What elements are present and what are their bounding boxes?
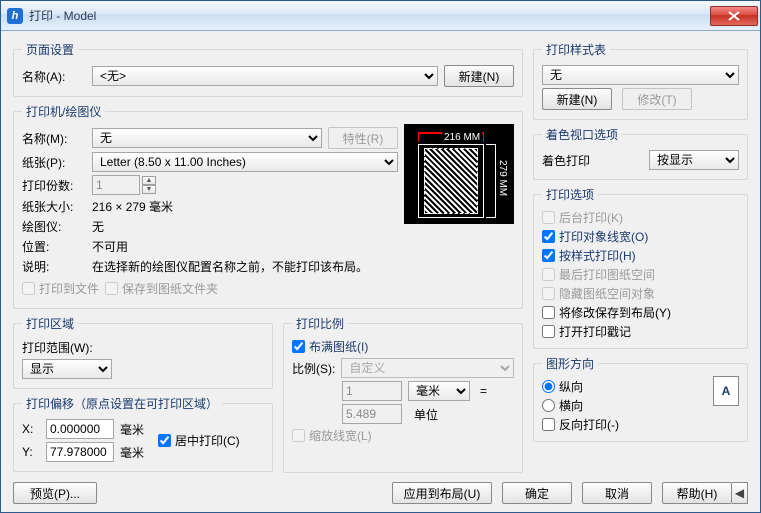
plotter-label: 绘图仪: <box>22 218 86 235</box>
style-table-group: 打印样式表 无 新建(N) 修改(T) <box>533 41 748 120</box>
opt-savelayout-checkbox[interactable] <box>542 306 555 319</box>
fit-to-paper-label: 布满图纸(I) <box>309 338 368 355</box>
copies-stepper[interactable]: ▲▼ <box>92 175 156 195</box>
shaded-viewport-group: 着色视口选项 着色打印 按显示 <box>533 126 748 180</box>
plot-options-group: 打印选项 后台打印(K) 打印对象线宽(O) 按样式打印(H) 最后打印图纸空间… <box>533 186 748 349</box>
location-value: 不可用 <box>92 238 128 255</box>
help-button[interactable]: 帮助(H) <box>662 482 732 504</box>
center-plot-label: 居中打印(C) <box>175 432 240 449</box>
window-close-button[interactable] <box>710 6 758 26</box>
printer-name-label: 名称(M): <box>22 130 86 147</box>
equals-label: = <box>476 384 491 398</box>
page-name-select[interactable]: <无> <box>92 66 438 86</box>
style-table-select[interactable]: 无 <box>542 65 739 85</box>
orient-upside-checkbox[interactable] <box>542 418 555 431</box>
orientation-icon: A <box>713 376 739 406</box>
print-dialog: h 打印 - Model 页面设置 名称(A): <无> 新建(N) 打印 <box>0 0 761 513</box>
titlebar[interactable]: h 打印 - Model <box>1 1 760 31</box>
fit-to-paper-checkbox[interactable] <box>292 340 305 353</box>
opt-pslast-checkbox <box>542 268 555 281</box>
print-to-file-checkbox <box>22 282 35 295</box>
orient-portrait-radio[interactable] <box>542 380 555 393</box>
scale-lw-label: 缩放线宽(L) <box>309 427 372 444</box>
style-new-button[interactable]: 新建(N) <box>542 88 612 110</box>
spin-up-icon[interactable]: ▲ <box>142 176 156 185</box>
chevron-left-icon: ◀ <box>735 486 744 500</box>
copies-input[interactable] <box>92 175 140 195</box>
scale-unit-select[interactable]: 毫米 <box>408 381 470 401</box>
apply-layout-button[interactable]: 应用到布局(U) <box>392 482 492 504</box>
desc-label: 说明: <box>22 258 86 275</box>
center-plot-checkbox[interactable] <box>158 434 171 447</box>
plot-area-legend: 打印区域 <box>22 315 78 332</box>
page-new-button[interactable]: 新建(N) <box>444 65 514 87</box>
opt-hideps-checkbox <box>542 287 555 300</box>
plotter-value: 无 <box>92 218 104 235</box>
page-name-label: 名称(A): <box>22 68 86 85</box>
plot-scale-group: 打印比例 布满图纸(I) 比例(S): 自定义 毫米 = <box>283 315 523 473</box>
shaded-legend: 着色视口选项 <box>542 126 622 143</box>
offset-y-unit: 毫米 <box>120 444 144 461</box>
cancel-button[interactable]: 取消 <box>582 482 652 504</box>
printer-name-select[interactable]: 无 <box>92 128 322 148</box>
plot-area-group: 打印区域 打印范围(W): 显示 <box>13 315 273 389</box>
paper-select[interactable]: Letter (8.50 x 11.00 Inches) <box>92 152 398 172</box>
orientation-legend: 图形方向 <box>542 355 598 372</box>
paper-size-label: 纸张大小: <box>22 198 86 215</box>
print-to-file-label: 打印到文件 <box>39 280 99 297</box>
shaded-select[interactable]: 按显示 <box>649 150 739 170</box>
plot-range-select[interactable]: 显示 <box>22 359 112 379</box>
printer-group: 打印机/绘图仪 名称(M): 无 特性(R) 纸张(P): Letter (8.… <box>13 103 523 309</box>
dialog-body: 页面设置 名称(A): <无> 新建(N) 打印机/绘图仪 名称(M): 无 <box>1 31 760 512</box>
preview-width-label: 216 MM <box>442 132 482 143</box>
offset-y-input[interactable] <box>46 442 114 462</box>
preview-height-label: 279 MM <box>497 160 508 196</box>
opt-stamp-checkbox[interactable] <box>542 325 555 338</box>
app-icon: h <box>7 8 23 24</box>
page-setup-group: 页面设置 名称(A): <无> 新建(N) <box>13 41 523 97</box>
orientation-group: 图形方向 纵向 横向 反向打印(-) A <box>533 355 748 442</box>
plot-range-label: 打印范围(W): <box>22 339 93 356</box>
expand-toggle[interactable]: ◀ <box>732 482 748 504</box>
paper-preview: 216 MM 279 MM <box>404 124 514 224</box>
scale-ratio-select[interactable]: 自定义 <box>341 358 514 378</box>
preview-button[interactable]: 预览(P)... <box>13 482 97 504</box>
offset-x-input[interactable] <box>46 419 114 439</box>
shaded-label: 着色打印 <box>542 152 643 169</box>
dialog-footer: 预览(P)... 应用到布局(U) 确定 取消 帮助(H) ◀ <box>13 482 748 504</box>
plot-offset-legend: 打印偏移（原点设置在可打印区域） <box>22 395 222 412</box>
scale-denominator-input[interactable] <box>342 404 402 424</box>
page-setup-legend: 页面设置 <box>22 41 78 58</box>
desc-value: 在选择新的绘图仪配置名称之前，不能打印该布局。 <box>92 258 368 275</box>
offset-x-unit: 毫米 <box>120 421 144 438</box>
plot-options-legend: 打印选项 <box>542 186 598 203</box>
close-icon <box>728 11 740 21</box>
offset-x-label: X: <box>22 422 40 436</box>
opt-bystyle-checkbox[interactable] <box>542 249 555 262</box>
plot-scale-legend: 打印比例 <box>292 315 348 332</box>
printer-legend: 打印机/绘图仪 <box>22 103 105 120</box>
ok-button[interactable]: 确定 <box>502 482 572 504</box>
save-sheet-checkbox <box>105 282 118 295</box>
offset-y-label: Y: <box>22 445 40 459</box>
location-label: 位置: <box>22 238 86 255</box>
save-sheet-label: 保存到图纸文件夹 <box>122 280 218 297</box>
paper-label: 纸张(P): <box>22 154 86 171</box>
printer-props-button[interactable]: 特性(R) <box>328 127 398 149</box>
paper-size-value: 216 × 279 毫米 <box>92 198 173 215</box>
opt-bg-checkbox <box>542 211 555 224</box>
style-edit-button[interactable]: 修改(T) <box>622 88 692 110</box>
copies-label: 打印份数: <box>22 177 86 194</box>
scale-lw-checkbox <box>292 429 305 442</box>
orient-landscape-radio[interactable] <box>542 399 555 412</box>
spin-down-icon[interactable]: ▼ <box>142 185 156 194</box>
window-title: 打印 - Model <box>29 7 710 24</box>
scale-den-unit: 单位 <box>408 406 470 423</box>
opt-lw-checkbox[interactable] <box>542 230 555 243</box>
scale-ratio-label: 比例(S): <box>292 360 335 377</box>
style-table-legend: 打印样式表 <box>542 41 610 58</box>
plot-offset-group: 打印偏移（原点设置在可打印区域） X: 毫米 Y: 毫米 居中打印(C) <box>13 395 273 472</box>
scale-numerator-input[interactable] <box>342 381 402 401</box>
